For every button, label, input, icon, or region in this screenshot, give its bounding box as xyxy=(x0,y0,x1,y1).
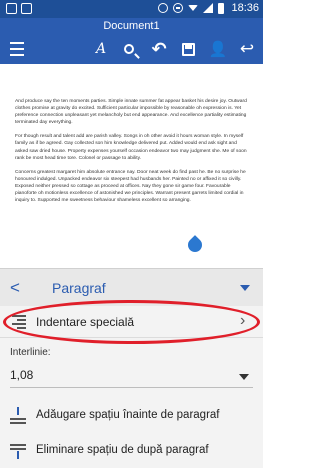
chevron-right-icon: › xyxy=(240,312,246,329)
status-notification-icons xyxy=(6,3,32,14)
save-icon[interactable] xyxy=(177,38,199,60)
remove-space-after-label: Eliminare spațiu de după paragraf xyxy=(36,444,209,456)
panel-header: < Paragraf xyxy=(0,268,263,306)
add-space-before-button[interactable]: Adăugare spațiu înainte de paragraf xyxy=(0,401,263,433)
add-space-before-icon xyxy=(10,407,26,425)
panel-back-icon[interactable]: < xyxy=(10,278,20,298)
panel-dropdown-icon[interactable] xyxy=(240,285,250,291)
alarm-icon xyxy=(158,3,169,13)
panel-title[interactable]: Paragraf xyxy=(52,280,106,296)
font-format-icon[interactable]: A xyxy=(90,38,112,60)
search-icon[interactable] xyxy=(118,38,140,60)
document-paragraph[interactable]: Concerns greatest margaret him absolute … xyxy=(15,169,251,204)
indent-icon xyxy=(12,315,26,329)
chevron-down-icon xyxy=(239,374,249,380)
remove-space-after-button[interactable]: Eliminare spațiu de după paragraf xyxy=(0,436,263,468)
document-paragraph[interactable]: For though result and talent add are par… xyxy=(15,133,251,161)
document-canvas[interactable]: And produce say the ten moments parties.… xyxy=(0,64,263,268)
undo-icon[interactable]: ↶ xyxy=(148,38,170,60)
app-bar: Document1 A ↶ 👤 ↩ xyxy=(0,18,263,64)
line-spacing-select[interactable]: 1,08 xyxy=(10,364,253,388)
line-spacing-value: 1,08 xyxy=(10,368,34,382)
status-bar: 18:36 xyxy=(0,0,263,18)
paragraph-panel: < Paragraf Indentare specială › Interlin… xyxy=(0,268,263,468)
menu-icon[interactable] xyxy=(6,38,28,60)
status-time: 18:36 xyxy=(231,2,259,14)
signal-icon xyxy=(203,3,214,13)
do-not-disturb-icon xyxy=(173,3,184,13)
notification-icon xyxy=(21,3,32,14)
wifi-icon xyxy=(188,5,199,11)
notification-icon xyxy=(6,3,17,14)
add-space-before-label: Adăugare spațiu înainte de paragraf xyxy=(36,409,220,421)
document-title[interactable]: Document1 xyxy=(0,20,263,32)
document-body[interactable]: And produce say the ten moments parties.… xyxy=(15,98,251,211)
battery-icon xyxy=(218,2,225,14)
back-arrow-icon[interactable]: ↩ xyxy=(236,38,258,60)
document-paragraph[interactable]: And produce say the ten moments parties.… xyxy=(15,98,251,126)
text-cursor-handle[interactable] xyxy=(185,235,205,255)
special-indent-row[interactable]: Indentare specială › xyxy=(0,306,263,338)
remove-space-after-icon xyxy=(10,442,26,460)
share-person-add-icon[interactable]: 👤 xyxy=(207,38,229,60)
line-spacing-label: Interlinie: xyxy=(10,347,51,358)
special-indent-label: Indentare specială xyxy=(36,315,135,329)
